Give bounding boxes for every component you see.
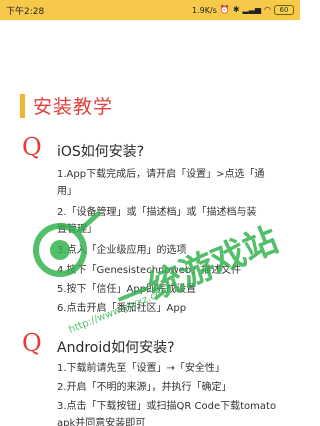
battery-icon: 60 <box>274 5 294 15</box>
android-step-3: 3.点击「下载按钮」或扫描QR Code下载tomato <box>57 401 277 412</box>
wifi-icon: ◠ <box>264 5 271 14</box>
android-step-2: 2.开启「不明的来源」，并执行「确定」 <box>57 382 232 393</box>
ios-q-icon: Q <box>22 133 42 161</box>
network-speed: 1.9K/s <box>192 5 217 15</box>
android-step-3-cont: apk并同意安装即可 <box>57 418 146 426</box>
alarm-icon: ⏰ <box>219 5 230 14</box>
ios-step-2-cont: 置管理」 <box>57 224 97 235</box>
ios-step-2: 2.「设备管理」或「描述档」或「描述档与装 <box>57 207 257 218</box>
signal-icon: ▂▃▅ <box>242 5 262 14</box>
android-step-1: 1.下载前请先至「设置」→「安全性」 <box>57 363 225 374</box>
bluetooth-icon: ✱ <box>232 5 240 14</box>
status-time: 下午2:28 <box>6 6 45 17</box>
ios-step-4: 4.按下「Genesistechnoweb」描述文件 <box>57 265 242 276</box>
status-indicators: 1.9K/s ⏰ ✱ ▂▃▅ ◠ 60 <box>192 5 294 15</box>
ios-step-1-cont: 用」 <box>57 186 77 197</box>
ios-step-5: 5.按下「信任」App即完成设置 <box>57 284 197 295</box>
ios-title: iOS如何安装? <box>57 144 145 160</box>
status-bar: 下午2:28 1.9K/s ⏰ ✱ ▂▃▅ ◠ 60 <box>0 0 300 20</box>
ios-step-6: 6.点击开启「番茄社区」App <box>57 303 187 314</box>
title-accent-bar <box>20 93 25 118</box>
page-title: 安装教学 <box>33 96 114 118</box>
page-header: 安装教学 <box>20 92 113 119</box>
ios-step-1: 1.App下载完成后，请开启「设置」>点选「通 <box>57 169 265 180</box>
android-q-icon: Q <box>22 329 42 357</box>
android-title: Android如何安装? <box>57 340 175 356</box>
ios-step-3: 3.点入「企业级应用」的选项 <box>57 245 187 256</box>
